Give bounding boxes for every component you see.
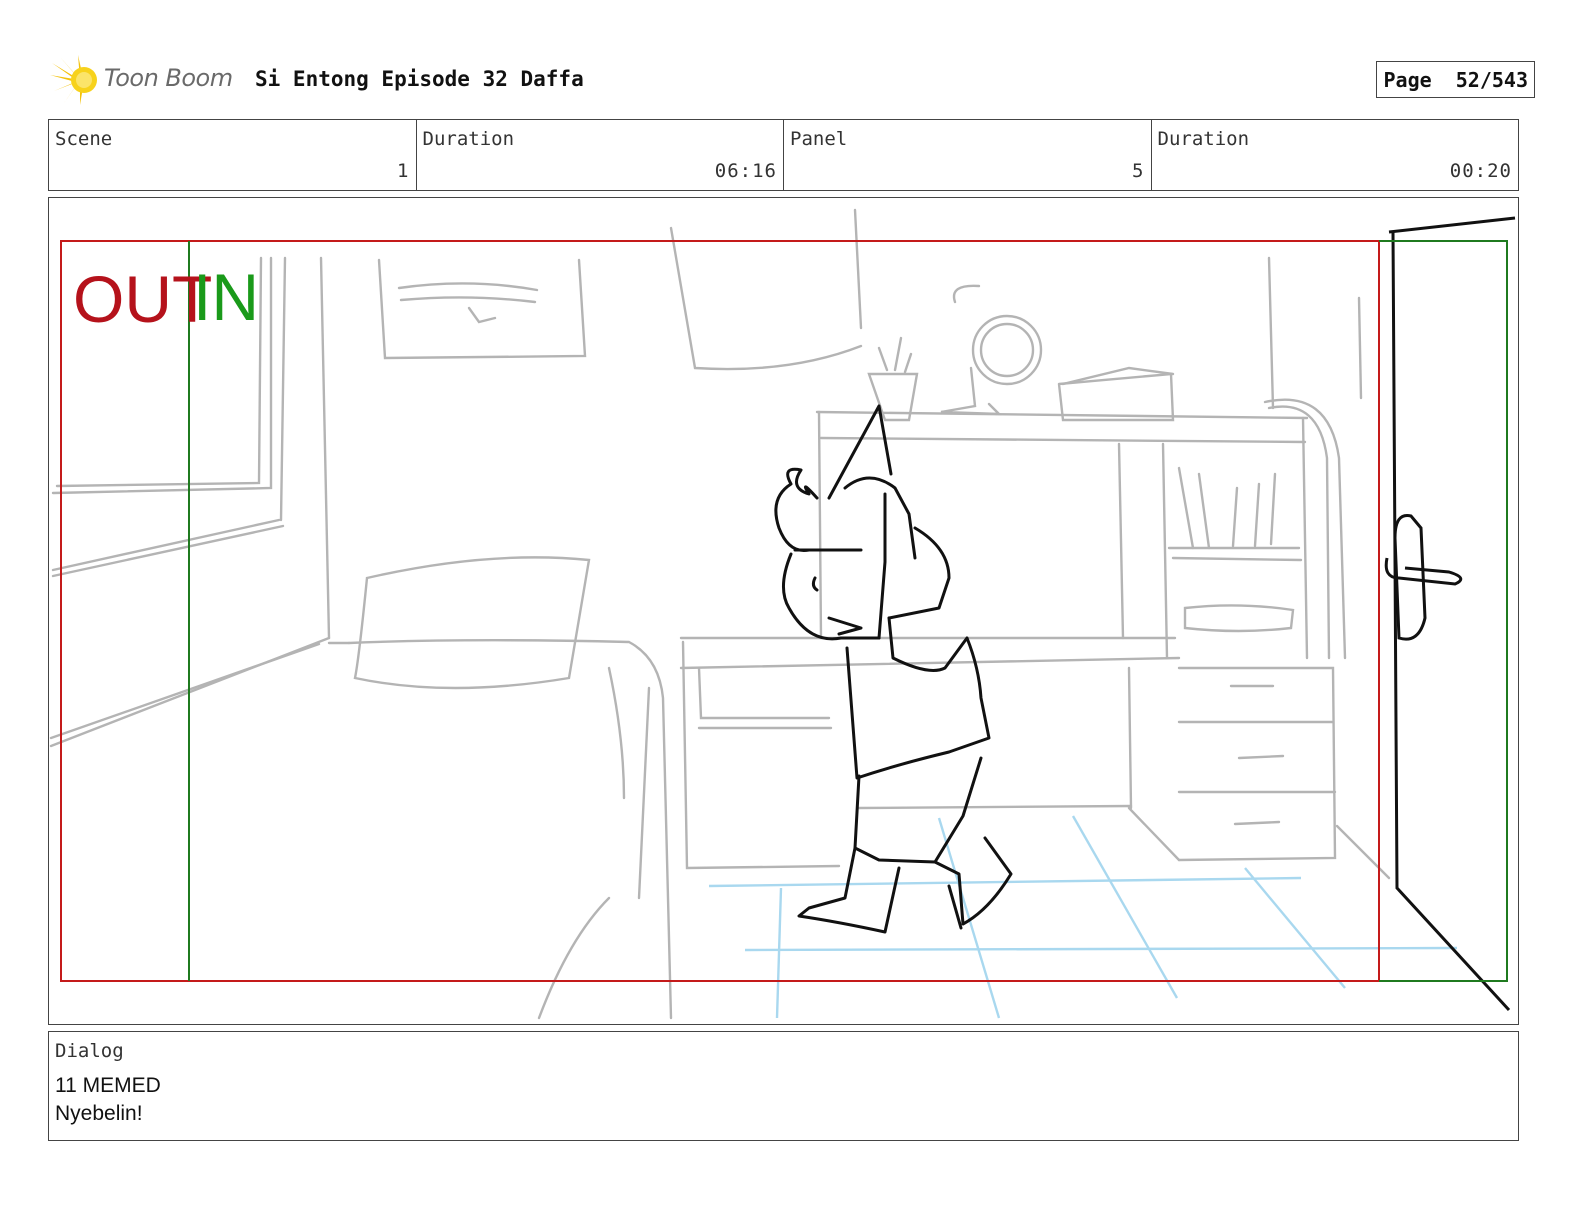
page-label: Page xyxy=(1383,68,1432,92)
in-label: IN xyxy=(193,260,259,334)
panel-value: 5 xyxy=(1132,160,1145,182)
sun-burst-icon xyxy=(50,55,97,105)
scene-duration-cell: Duration 06:16 xyxy=(417,120,784,190)
project-title: Si Entong Episode 32 Daffa xyxy=(255,67,584,91)
panel-sketch: OUT IN xyxy=(49,208,1516,1020)
panel-info-row: Scene 1 Duration 06:16 Panel 5 Duration … xyxy=(48,119,1519,191)
door-sketch xyxy=(1384,216,1516,1012)
out-frame-guide xyxy=(60,240,1380,982)
panel-cell: Panel 5 xyxy=(784,120,1152,190)
scene-label: Scene xyxy=(55,128,113,150)
dialog-box: Dialog 11 MEMED Nyebelin! xyxy=(48,1031,1519,1141)
scene-duration-label: Duration xyxy=(422,128,515,150)
panel-label: Panel xyxy=(790,128,848,150)
dialog-text: 11 MEMED Nyebelin! xyxy=(55,1072,161,1128)
out-label: OUT xyxy=(73,262,212,336)
storyboard-header: Toon Boom Si Entong Episode 32 Daffa Pag… xyxy=(50,55,1535,105)
panel-duration-cell: Duration 00:20 xyxy=(1152,120,1519,190)
dialog-line-speaker: 11 MEMED xyxy=(55,1074,161,1097)
toon-boom-logo: Toon Boom xyxy=(50,55,240,105)
character-sketch xyxy=(774,404,1013,934)
dialog-line-text: Nyebelin! xyxy=(55,1102,143,1125)
scene-cell: Scene 1 xyxy=(49,120,417,190)
storyboard-panel-image: OUT IN xyxy=(48,197,1519,1025)
page-indicator: Page 52/543 xyxy=(1376,61,1535,98)
logo-text: Toon Boom xyxy=(104,64,233,92)
scene-value: 1 xyxy=(397,160,410,182)
panel-duration-label: Duration xyxy=(1157,128,1250,150)
scene-duration-value: 06:16 xyxy=(714,160,777,182)
dialog-label: Dialog xyxy=(55,1040,124,1062)
panel-duration-value: 00:20 xyxy=(1449,160,1512,182)
page-number: 52/543 xyxy=(1455,68,1528,92)
floor-tile-lines xyxy=(708,815,1458,1019)
